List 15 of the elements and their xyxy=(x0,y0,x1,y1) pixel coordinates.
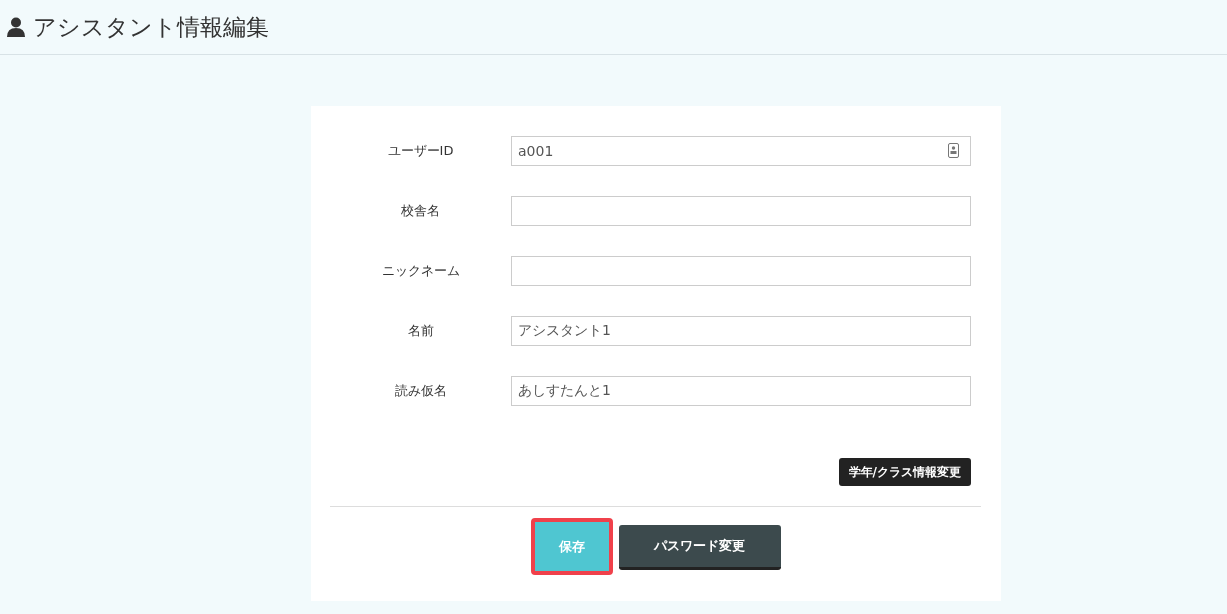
contact-card-icon xyxy=(948,143,959,158)
input-field[interactable] xyxy=(511,256,971,286)
action-button[interactable]: パスワード変更 xyxy=(618,525,781,570)
field-label: ユーザーID xyxy=(386,142,455,161)
user-icon xyxy=(7,17,25,37)
field-label: ニックネーム xyxy=(380,262,461,281)
field-label: 校舎名 xyxy=(400,202,441,221)
field-label: 名前 xyxy=(406,322,435,341)
input-field[interactable] xyxy=(511,196,971,226)
input-field[interactable]: アシスタント1 xyxy=(511,316,971,346)
field-label: 読み仮名 xyxy=(393,382,448,401)
class-info-button[interactable]: 学年/クラス情報変更 xyxy=(838,458,971,486)
input-field[interactable]: a001 xyxy=(511,136,971,166)
page-title: アシスタント情報編集 xyxy=(33,12,269,42)
input-field[interactable]: あしすたんと1 xyxy=(511,376,971,406)
